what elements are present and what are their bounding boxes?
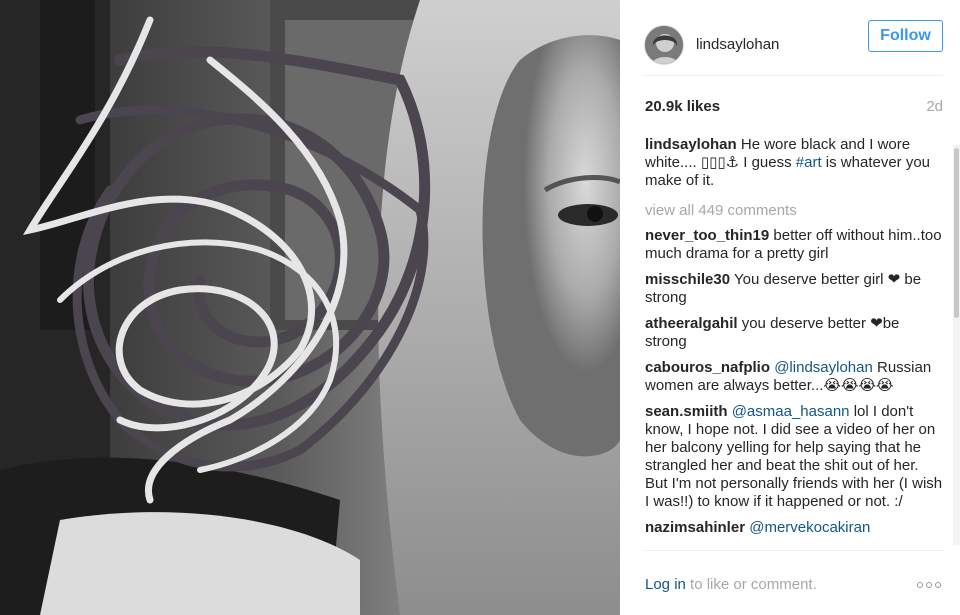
photo-image xyxy=(0,0,620,615)
login-link[interactable]: Log in xyxy=(645,576,686,593)
avatar-image xyxy=(645,25,683,64)
comment-item: sean.smiith @asmaa_hasann lol I don't kn… xyxy=(645,403,943,511)
comment-item: atheeralgahil you deserve better ❤be str… xyxy=(645,315,943,351)
profile-avatar[interactable] xyxy=(644,24,684,65)
comment-username[interactable]: sean.smiith xyxy=(645,403,728,420)
post-author-username[interactable]: lindsaylohan xyxy=(696,36,779,53)
comment-username[interactable]: misschile30 xyxy=(645,271,730,288)
comments-list: lindsaylohan He wore black and I wore wh… xyxy=(645,136,943,548)
caption: lindsaylohan He wore black and I wore wh… xyxy=(645,136,943,190)
likes-count[interactable]: 20.9k likes xyxy=(645,98,720,115)
follow-button[interactable]: Follow xyxy=(868,20,943,52)
post-footer: Log in to like or comment. xyxy=(644,550,943,615)
login-prompt: Log in to like or comment. xyxy=(645,576,817,593)
comment-item: nazimsahinler @mervekocakiran xyxy=(645,519,943,537)
comment-username[interactable]: cabouros_nafplio xyxy=(645,359,770,376)
post-photo[interactable] xyxy=(0,0,620,615)
post-stats: 20.9k likes 2d xyxy=(645,98,943,115)
comment-username[interactable]: never_too_thin19 xyxy=(645,227,769,244)
more-dot xyxy=(917,582,923,588)
caption-hashtag[interactable]: #art xyxy=(796,154,822,171)
more-options-icon[interactable] xyxy=(917,579,943,591)
caption-text-mid: I guess xyxy=(739,154,796,171)
post-sidebar: lindsaylohan Follow 20.9k likes 2d linds… xyxy=(620,0,960,615)
comment-item: never_too_thin19 better off without him.… xyxy=(645,227,943,263)
post-timestamp[interactable]: 2d xyxy=(926,98,943,115)
post-header: lindsaylohan Follow xyxy=(644,14,943,76)
more-dot xyxy=(926,582,932,588)
comment-mention[interactable]: @asmaa_hasann xyxy=(732,403,850,420)
login-prompt-text: to like or comment. xyxy=(685,576,817,593)
comment-username[interactable]: nazimsahinler xyxy=(645,519,745,536)
caption-emoji: ▯▯▯⚓ xyxy=(700,154,740,171)
comment-item: cabouros_nafplio @lindsaylohan Russian w… xyxy=(645,359,943,395)
more-dot xyxy=(935,582,941,588)
comment-username[interactable]: atheeralgahil xyxy=(645,315,738,332)
comment-mention[interactable]: @lindsaylohan xyxy=(774,359,873,376)
view-all-comments-link[interactable]: view all 449 comments xyxy=(645,202,943,220)
comment-item: misschile30 You deserve better girl ❤ be… xyxy=(645,271,943,307)
comments-scrollbar-thumb[interactable] xyxy=(954,148,959,318)
caption-username[interactable]: lindsaylohan xyxy=(645,136,737,153)
comment-mention[interactable]: @mervekocakiran xyxy=(749,519,870,536)
